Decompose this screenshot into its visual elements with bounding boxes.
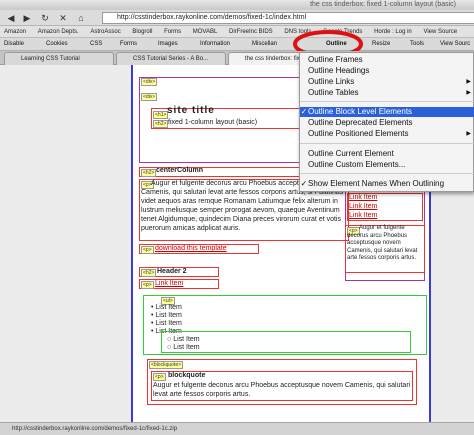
menu-item-label: Outline Links xyxy=(308,77,355,86)
tab-label: the css tinderbox: fixe xyxy=(245,56,304,62)
outline-dropdown-menu: Outline Frames Outline Headings Outline … xyxy=(299,52,474,192)
miscellaneous-menu[interactable]: Miscellan xyxy=(252,38,277,50)
window-title: the css tinderbox: fixed 1-column layout… xyxy=(310,1,456,8)
submenu-arrow-icon: ▶ xyxy=(466,79,471,85)
menu-item-outline-custom[interactable]: Outline Custom Elements... xyxy=(300,160,474,170)
tab-label: Learning CSS Tutorial xyxy=(21,56,80,62)
submenu-arrow-icon: ▶ xyxy=(466,131,471,137)
url-text: http://csstinderbox.raykonline.com/demos… xyxy=(117,14,307,21)
bookmark-item[interactable]: Horde : Log in xyxy=(374,29,412,35)
bookmark-item[interactable]: DirFreeInc BIDS xyxy=(229,29,273,35)
menu-item-label: Outline Frames xyxy=(308,55,363,64)
bookmark-item[interactable]: Blogroll xyxy=(132,29,152,35)
menu-item-outline-block-level[interactable]: ✓ Outline Block Level Elements xyxy=(300,107,474,117)
h2-tag-label: <h2> xyxy=(141,269,157,277)
blockquote-title: blockquote xyxy=(168,372,206,379)
blockquote-text: Augur et fulgente decorus arcu Phoebus a… xyxy=(153,382,411,398)
status-text: http://csstinderbox.raykonline.com/demos… xyxy=(12,426,178,432)
side-link-item[interactable]: Link Item xyxy=(349,193,377,202)
checkmark-icon: ✓ xyxy=(300,179,308,188)
cookies-menu[interactable]: Cookies xyxy=(46,38,68,50)
menu-separator xyxy=(300,101,474,102)
menu-item-label: Outline Block Level Elements xyxy=(308,107,413,116)
tab-label: CSS Tutorial Series - A Bo... xyxy=(133,56,209,62)
url-field[interactable]: http://csstinderbox.raykonline.com/demos… xyxy=(102,12,474,24)
bookmark-item[interactable]: Amazon Depts. xyxy=(38,29,79,35)
menu-item-outline-headings[interactable]: Outline Headings xyxy=(300,66,474,76)
tab-learning-css[interactable]: Learning CSS Tutorial xyxy=(4,52,114,65)
menu-item-outline-current[interactable]: Outline Current Element xyxy=(300,149,474,159)
tools-menu[interactable]: Tools xyxy=(410,38,424,50)
menu-item-label: Outline Tables xyxy=(308,88,359,97)
h2-tag-label: <h2> xyxy=(153,120,169,128)
div-tag-label: <div> xyxy=(141,78,158,86)
resize-menu[interactable]: Resize xyxy=(372,38,390,50)
bookmark-item[interactable]: MOVABL xyxy=(193,29,218,35)
bookmarks-toolbar: Amazon Amazon Depts. AstroAssoc Blogroll… xyxy=(0,26,474,38)
menu-item-outline-frames[interactable]: Outline Frames xyxy=(300,55,474,65)
menu-item-label: Show Element Names When Outlining xyxy=(308,179,445,188)
h2-tag-label: <h2> xyxy=(141,169,157,177)
p-tag-label: <p> xyxy=(153,373,166,381)
center-column-heading: centerColumn xyxy=(156,167,204,174)
stop-icon[interactable]: ✕ xyxy=(56,12,70,24)
submenu-arrow-icon: ▶ xyxy=(466,90,471,96)
nested-list-item: ○ List Item xyxy=(167,344,200,351)
p-tag-label: <p> xyxy=(141,281,154,289)
menu-item-label: Outline Deprecated Elements xyxy=(308,118,413,127)
list-item-text: List Item xyxy=(155,312,182,319)
bookmark-item[interactable]: Amazon xyxy=(4,29,26,35)
status-bar: http://csstinderbox.raykonline.com/demos… xyxy=(0,422,474,435)
menu-item-outline-links[interactable]: Outline Links ▶ xyxy=(300,77,474,87)
list-item-text: List Item xyxy=(173,336,200,343)
reload-icon[interactable]: ↻ xyxy=(38,12,52,24)
information-menu[interactable]: Information xyxy=(200,38,230,50)
menu-separator xyxy=(300,143,474,144)
link-item[interactable]: Link Item xyxy=(155,279,183,288)
list-item-text: List Item xyxy=(173,344,200,351)
download-template-link[interactable]: download this template xyxy=(155,244,227,253)
window-title-bar: the css tinderbox: fixed 1-column layout… xyxy=(0,0,474,10)
back-icon[interactable]: ◀ xyxy=(4,12,18,24)
menu-item-label: Outline Headings xyxy=(308,66,370,75)
tab-css-tutorial-series[interactable]: CSS Tutorial Series - A Bo... xyxy=(116,52,226,65)
tab-css-tinderbox[interactable]: the css tinderbox: fixe xyxy=(228,52,304,65)
view-source-menu[interactable]: View Sourc xyxy=(440,38,470,50)
side-paragraph: Augur et fulgente decorus arcu Phoebus a… xyxy=(347,225,418,261)
forms-menu[interactable]: Forms xyxy=(120,38,137,50)
menu-item-show-element-names[interactable]: ✓ Show Element Names When Outlining xyxy=(300,179,474,189)
menu-item-label: Outline Current Element xyxy=(308,149,394,158)
side-link-item[interactable]: Link Item xyxy=(349,202,377,211)
forward-icon[interactable]: ▶ xyxy=(20,12,34,24)
site-title: site title xyxy=(167,105,215,116)
checkmark-icon: ✓ xyxy=(300,107,308,116)
disable-menu[interactable]: Disable xyxy=(4,38,24,50)
navigation-bar: ◀ ▶ ↻ ✕ ⌂ http://csstinderbox.raykonline… xyxy=(0,10,474,26)
site-subtitle: fixed 1-column layout (basic) xyxy=(168,119,258,126)
div-tag-label: <div> xyxy=(141,93,158,101)
list-item-text: List Item xyxy=(155,320,182,327)
web-developer-toolbar: Disable Cookies CSS Forms Images Informa… xyxy=(0,38,474,51)
p-tag-label: <p> xyxy=(141,246,154,254)
menu-item-outline-deprecated[interactable]: Outline Deprecated Elements xyxy=(300,118,474,128)
home-icon[interactable]: ⌂ xyxy=(74,12,88,24)
blockquote-tag-label: <blockquote> xyxy=(149,361,184,369)
css-menu[interactable]: CSS xyxy=(90,38,102,50)
bookmark-item[interactable]: View Source xyxy=(423,29,457,35)
header-2-heading: Header 2 xyxy=(157,268,187,275)
side-link-item[interactable]: Link Item xyxy=(349,211,377,220)
menu-separator xyxy=(300,173,474,174)
bookmark-item[interactable]: Forms xyxy=(164,29,181,35)
menu-item-outline-positioned[interactable]: Outline Positioned Elements ▶ xyxy=(300,129,474,139)
menu-item-label: Outline Custom Elements... xyxy=(308,160,406,169)
bookmark-item[interactable]: AstroAssoc xyxy=(90,29,120,35)
list-item-text: List Item xyxy=(155,304,182,311)
images-menu[interactable]: Images xyxy=(158,38,178,50)
menu-item-outline-tables[interactable]: Outline Tables ▶ xyxy=(300,88,474,98)
menu-item-label: Outline Positioned Elements xyxy=(308,129,409,138)
